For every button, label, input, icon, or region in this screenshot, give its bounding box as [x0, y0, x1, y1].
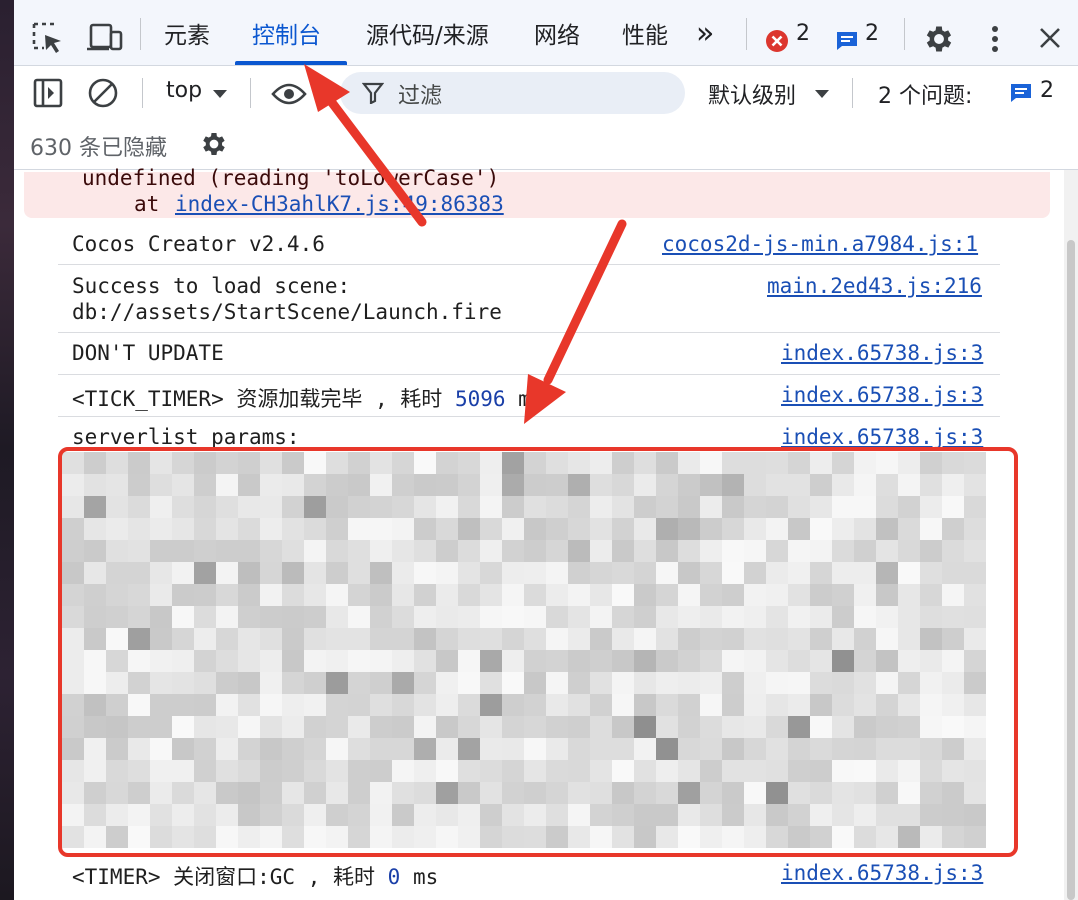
log-source-link[interactable]: index.65738.js:3 [781, 861, 983, 885]
scrollbar-thumb[interactable] [1067, 240, 1075, 900]
log-message: <TIMER> 关闭窗口:GC , 耗时 0 ms [72, 861, 438, 891]
log-source-link[interactable]: index.65738.js:3 [781, 425, 983, 449]
log-text: ms [505, 387, 544, 411]
log-text: <TICK_TIMER> 资源加载完毕 , 耗时 [72, 387, 455, 411]
row-divider [58, 264, 1000, 265]
inspect-element-icon[interactable] [30, 20, 66, 56]
live-expression-eye-icon[interactable] [270, 80, 308, 108]
tab-separator [746, 18, 747, 50]
log-number: 5096 [454, 387, 506, 411]
log-source-link[interactable]: main.2ed43.js:216 [767, 274, 982, 298]
device-toolbar-icon[interactable] [86, 20, 126, 56]
row-divider [58, 416, 1000, 417]
log-number: 0 [387, 865, 401, 889]
more-tabs-chevron-icon[interactable]: » [696, 0, 714, 66]
toolbar-separator [852, 78, 853, 108]
log-message: DON'T UPDATE [72, 341, 224, 365]
log-source-link[interactable]: index.65738.js:3 [781, 341, 983, 365]
close-icon[interactable] [1034, 22, 1066, 54]
active-tab-indicator [235, 61, 347, 65]
tab-network[interactable]: 网络 [534, 0, 580, 66]
error-source-link[interactable]: index-CH3ahlK7.js:49:86383 [175, 192, 504, 216]
clear-console-icon[interactable] [86, 76, 120, 110]
log-text: ms [400, 865, 439, 889]
page-background-strip [0, 0, 14, 900]
filter-placeholder: 过滤 [398, 84, 443, 109]
log-message: serverlist params: [72, 425, 300, 449]
context-selector[interactable]: top [166, 78, 202, 103]
issues-label[interactable]: 2 个问题: [878, 78, 972, 110]
issues-count[interactable]: 2 [1040, 78, 1054, 103]
tab-sources[interactable]: 源代码/来源 [366, 0, 489, 66]
log-message: Cocos Creator v2.4.6 [72, 232, 325, 256]
log-text: <TIMER> 关闭窗口:GC , 耗时 [72, 865, 388, 889]
row-divider [58, 374, 1000, 375]
tab-performance[interactable]: 性能 [622, 0, 668, 66]
hidden-count: 630 条已隐藏 [30, 136, 167, 161]
filter-funnel-icon [362, 82, 384, 104]
filter-input[interactable] [340, 72, 685, 114]
chevron-down-icon[interactable] [210, 86, 230, 102]
sidebar-toggle-icon[interactable] [32, 77, 64, 109]
message-count[interactable]: 2 [865, 0, 879, 66]
chevron-down-icon[interactable] [812, 86, 832, 102]
log-message: <TICK_TIMER> 资源加载完毕 , 耗时 5096 ms [72, 383, 543, 413]
error-text-line: undefined (reading 'toLowerCase') [82, 166, 500, 190]
annotation-highlight-box [58, 447, 1018, 857]
tab-console[interactable]: 控制台 [252, 0, 321, 66]
tab-elements[interactable]: 元素 [164, 0, 210, 66]
issues-message-icon[interactable] [1008, 80, 1034, 106]
error-count[interactable]: 2 [796, 0, 810, 66]
error-count-icon[interactable] [764, 28, 790, 54]
console-settings-gear-icon[interactable] [198, 128, 230, 160]
settings-gear-icon[interactable] [920, 20, 958, 58]
hidden-messages-bar [14, 120, 1078, 170]
message-count-icon[interactable] [834, 28, 860, 54]
error-stack-prefix: at [134, 192, 172, 216]
log-source-link[interactable]: index.65738.js:3 [781, 383, 983, 407]
tab-separator [140, 18, 141, 50]
log-message-continuation: db://assets/StartScene/Launch.fire [72, 300, 502, 324]
log-levels-dropdown[interactable]: 默认级别 [708, 78, 796, 110]
tab-separator [904, 18, 905, 50]
row-divider [58, 332, 1000, 333]
toolbar-separator [142, 78, 143, 108]
log-source-link[interactable]: cocos2d-js-min.a7984.js:1 [662, 232, 978, 256]
log-message: Success to load scene: [72, 274, 351, 298]
more-options-icon[interactable] [980, 20, 1010, 58]
toolbar-separator [250, 78, 251, 108]
